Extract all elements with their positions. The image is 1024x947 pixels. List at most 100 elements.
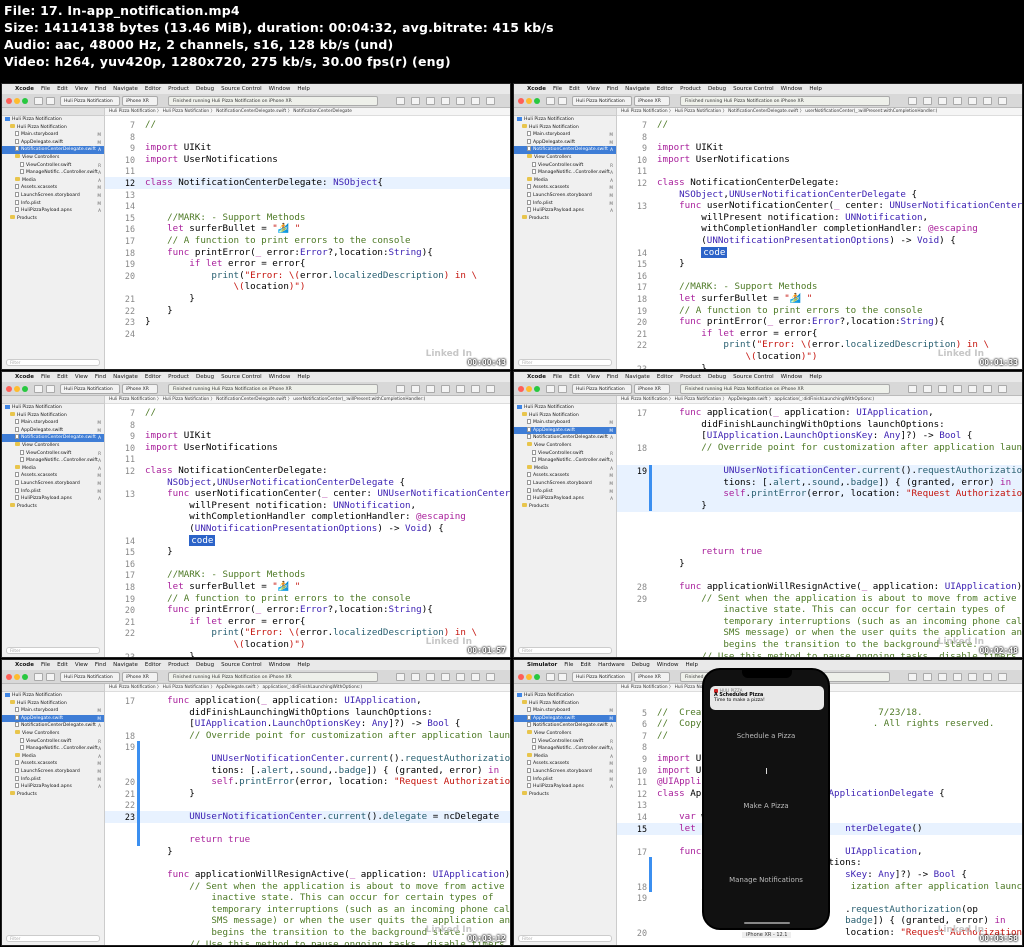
navigator-item[interactable]: Info.plist M	[514, 775, 616, 784]
navigator-item[interactable]: LaunchScreen.storyboard M	[2, 479, 104, 488]
navigator-item[interactable]: Huli Pizza Notification	[514, 412, 616, 420]
device-selector[interactable]: iPhone XR	[122, 96, 158, 106]
menu-item[interactable]: Find	[95, 86, 106, 92]
source-editor[interactable]: 17 func application(_ application: UIApp…	[617, 404, 1022, 657]
notification-banner[interactable]: HULI PIZZA A Scheduled Pizza Time to make …	[710, 686, 824, 710]
scheme-selector[interactable]: Huli Pizza Notification	[60, 672, 120, 682]
stop-button[interactable]	[558, 97, 567, 105]
toolbar-toggle-button[interactable]	[441, 385, 450, 393]
navigator-item[interactable]: Assets.xcassets M	[514, 472, 616, 480]
scheme-selector[interactable]: Huli Pizza Notification	[572, 384, 632, 394]
menu-item[interactable]: Product	[168, 662, 189, 668]
menu-item[interactable]: View	[587, 374, 600, 380]
run-button[interactable]	[546, 385, 555, 393]
navigator-item[interactable]: Products	[2, 791, 104, 799]
navigator-item[interactable]: LaunchScreen.storyboard M	[514, 767, 616, 776]
navigator-item[interactable]: Huli Pizza Notification	[2, 700, 104, 708]
navigator-filter-input[interactable]: Filter	[518, 935, 612, 942]
navigator-item[interactable]: Products	[2, 503, 104, 511]
toolbar-toggle-button[interactable]	[968, 673, 977, 681]
window-control-icon[interactable]	[526, 98, 532, 104]
menu-item[interactable]: Source Control	[221, 374, 262, 380]
navigator-item[interactable]: HuliPizzaPayload.apns A	[2, 207, 104, 215]
navigator-item[interactable]: Products	[514, 215, 616, 223]
run-button[interactable]	[34, 97, 43, 105]
scheme-selector[interactable]: Huli Pizza Notification	[572, 672, 632, 682]
device-selector[interactable]: iPhone XR	[122, 384, 158, 394]
navigator-item[interactable]: ManageNotific...Controller.swift A	[2, 745, 104, 753]
navigator-item[interactable]: Huli Pizza Notification	[514, 700, 616, 708]
menu-item[interactable]: Xcode	[15, 86, 34, 92]
toolbar-toggle-button[interactable]	[471, 385, 480, 393]
navigator-item[interactable]: View Controllers	[2, 154, 104, 162]
jump-bar[interactable]: Huli Pizza Notification 〉 Huli Pizza Not…	[105, 684, 510, 692]
menu-item[interactable]: Edit	[57, 86, 68, 92]
menu-item[interactable]: Help	[297, 86, 310, 92]
navigator-item[interactable]: LaunchScreen.storyboard M	[2, 191, 104, 200]
menu-item[interactable]: Editor	[657, 86, 673, 92]
menu-item[interactable]: Navigate	[625, 86, 650, 92]
menu-item[interactable]: Window	[269, 86, 291, 92]
device-selector[interactable]: iPhone XR	[634, 384, 670, 394]
navigator-item[interactable]: AppDelegate.swift M	[514, 426, 616, 435]
navigator-item[interactable]: ViewController.swift R	[514, 161, 616, 170]
navigator-item[interactable]: Info.plist M	[2, 487, 104, 496]
navigator-item[interactable]: Assets.xcassets M	[514, 184, 616, 192]
menu-item[interactable]: Xcode	[15, 374, 34, 380]
toolbar-toggle-button[interactable]	[396, 673, 405, 681]
navigator-item[interactable]: AppDelegate.swift M	[2, 426, 104, 435]
toolbar-toggle-button[interactable]	[998, 673, 1007, 681]
menu-item[interactable]: View	[587, 86, 600, 92]
source-editor[interactable]: 7 // 8 9 import UIKit 10 import UserNotificati…	[617, 116, 1022, 369]
menu-item[interactable]: File	[553, 86, 562, 92]
menu-item[interactable]: Debug	[708, 86, 726, 92]
navigator-item[interactable]: ManageNotific...Controller.swift A	[514, 745, 616, 753]
navigator-item[interactable]: Huli Pizza Notification	[2, 116, 104, 124]
window-control-icon[interactable]	[22, 674, 28, 680]
menu-item[interactable]: View	[75, 86, 88, 92]
menu-item[interactable]: Window	[657, 662, 679, 668]
toolbar-toggle-button[interactable]	[983, 97, 992, 105]
menu-item[interactable]: File	[553, 374, 562, 380]
menu-item[interactable]: Edit	[57, 374, 68, 380]
stop-button[interactable]	[558, 385, 567, 393]
toolbar-toggle-button[interactable]	[441, 97, 450, 105]
window-control-icon[interactable]	[526, 386, 532, 392]
navigator-tabs[interactable]	[514, 396, 616, 404]
navigator-item[interactable]: AppDelegate.swift M	[2, 714, 104, 723]
toolbar-toggle-button[interactable]	[968, 97, 977, 105]
navigator-item[interactable]: ManageNotific...Controller.swift A	[514, 457, 616, 465]
menu-item[interactable]: File	[564, 662, 573, 668]
navigator-tabs[interactable]	[514, 684, 616, 692]
navigator-item[interactable]: Huli Pizza Notification	[2, 412, 104, 420]
toolbar-toggle-button[interactable]	[953, 97, 962, 105]
menu-item[interactable]: Edit	[569, 374, 580, 380]
navigator-item[interactable]: Media A	[2, 753, 104, 761]
navigator-filter-input[interactable]: Filter	[6, 935, 100, 942]
toolbar-toggle-button[interactable]	[471, 673, 480, 681]
navigator-item[interactable]: Media A	[514, 465, 616, 473]
navigator-item[interactable]: Assets.xcassets M	[2, 760, 104, 768]
jump-bar[interactable]: Huli Pizza Notification 〉 Huli Pizza Not…	[617, 108, 1022, 116]
jump-bar[interactable]: Huli Pizza Notification 〉 Huli Pizza Not…	[105, 108, 510, 116]
window-control-icon[interactable]	[518, 98, 524, 104]
navigator-item[interactable]: NotificationCenterDelegate.swift A	[2, 146, 104, 154]
source-editor[interactable]: 7 // 8 9 import UIKit 10 import UserNotificati…	[105, 116, 510, 369]
navigator-item[interactable]: NotificationCenterDelegate.swift A	[2, 434, 104, 442]
menu-item[interactable]: Help	[809, 86, 822, 92]
navigator-item[interactable]: View Controllers	[2, 442, 104, 450]
source-editor[interactable]: 17 func application(_ application: UIApp…	[105, 692, 510, 945]
jump-bar[interactable]: Huli Pizza Notification 〉 Huli Pizza Not…	[105, 396, 510, 404]
run-button[interactable]	[546, 97, 555, 105]
stop-button[interactable]	[46, 385, 55, 393]
navigator-item[interactable]: View Controllers	[2, 730, 104, 738]
menu-item[interactable]: Xcode	[527, 86, 546, 92]
menu-item[interactable]: Window	[269, 374, 291, 380]
navigator-item[interactable]: Products	[2, 215, 104, 223]
navigator-item[interactable]: NotificationCenterDelegate.swift A	[2, 722, 104, 730]
navigator-item[interactable]: ViewController.swift R	[514, 449, 616, 458]
menu-item[interactable]: Editor	[145, 86, 161, 92]
navigator-item[interactable]: Main.storyboard M	[514, 131, 616, 139]
menu-item[interactable]: Window	[781, 374, 803, 380]
navigator-item[interactable]: LaunchScreen.storyboard M	[514, 479, 616, 488]
